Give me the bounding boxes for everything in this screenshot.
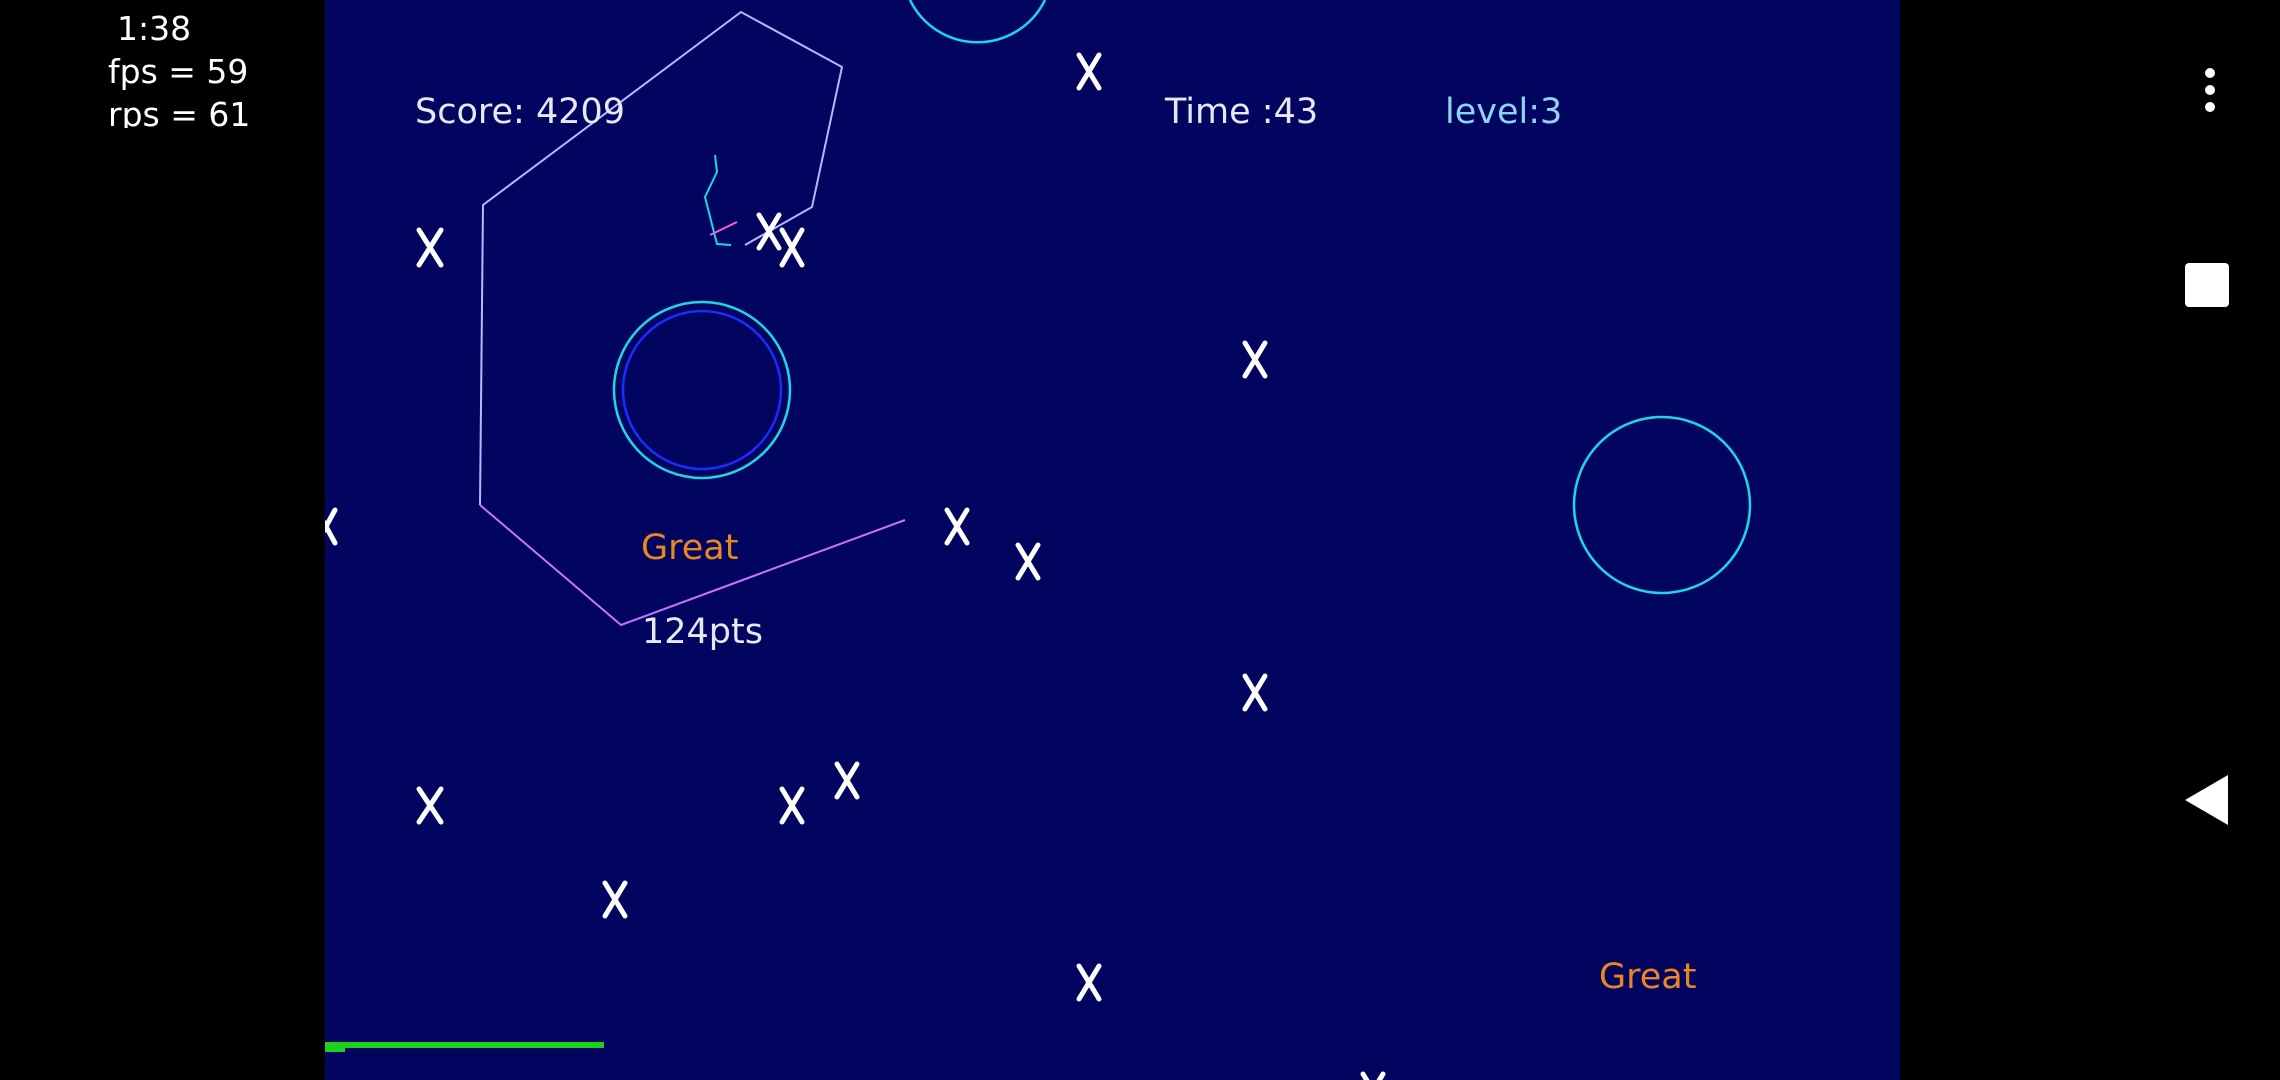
star bbox=[779, 227, 805, 268]
ring-inner-left bbox=[621, 309, 783, 471]
star bbox=[602, 880, 628, 919]
star bbox=[779, 786, 805, 825]
great-popup-bottom: Great bbox=[1599, 957, 1697, 997]
star bbox=[944, 507, 970, 546]
overflow-menu-icon bbox=[2205, 68, 2215, 112]
trail-segment-outer bbox=[741, 12, 843, 230]
ring-right bbox=[1572, 415, 1752, 595]
star bbox=[1076, 963, 1102, 1002]
screen: 1:38 fps = 59 rps = 61 Score: 4209 Time … bbox=[0, 0, 2280, 1080]
score-label: Score: 4209 bbox=[415, 92, 626, 132]
star bbox=[834, 761, 860, 800]
star bbox=[1242, 340, 1268, 379]
great-popup: Great bbox=[641, 528, 739, 568]
recents-square-icon bbox=[2185, 263, 2229, 307]
trail-body bbox=[812, 205, 843, 210]
ring-outer-left bbox=[612, 300, 792, 480]
ring-partial-top bbox=[908, 0, 1047, 44]
star bbox=[1242, 673, 1268, 712]
game-area[interactable]: Score: 4209 Time :43 level:3 Great 124pt… bbox=[325, 0, 1900, 1080]
level-label: level:3 bbox=[1445, 92, 1563, 132]
back-button[interactable] bbox=[2172, 765, 2242, 835]
star bbox=[1015, 542, 1041, 581]
playfield[interactable] bbox=[325, 0, 1900, 1080]
trail-drawn bbox=[522, 330, 585, 530]
star bbox=[1076, 52, 1102, 91]
debug-fps: fps = 59 bbox=[108, 52, 249, 91]
points-popup: 124pts bbox=[642, 612, 763, 652]
power-bar-cap bbox=[325, 1042, 345, 1052]
star bbox=[325, 507, 338, 546]
star bbox=[416, 227, 444, 268]
time-label: Time :43 bbox=[1165, 92, 1319, 132]
overflow-menu-button[interactable] bbox=[2175, 60, 2245, 120]
debug-rps: rps = 61 bbox=[108, 96, 251, 128]
star bbox=[1360, 1071, 1386, 1080]
debug-clock: 1:38 bbox=[117, 9, 192, 48]
debug-overlay: 1:38 fps = 59 rps = 61 bbox=[0, 0, 325, 1080]
star bbox=[756, 212, 782, 251]
trail-path bbox=[755, 12, 867, 252]
power-bar-track bbox=[325, 1042, 604, 1048]
recents-button[interactable] bbox=[2172, 250, 2242, 320]
star bbox=[416, 786, 444, 825]
back-triangle-icon bbox=[2185, 775, 2228, 825]
system-navigation-bar bbox=[1900, 0, 2280, 1080]
trail-line bbox=[740, 0, 898, 228]
